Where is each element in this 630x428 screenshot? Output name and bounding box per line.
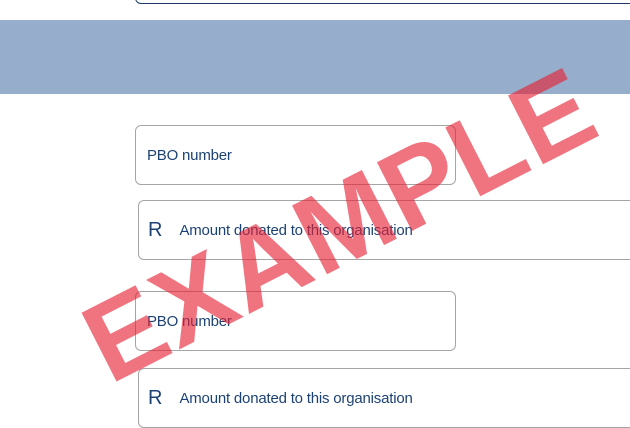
currency-symbol: R bbox=[148, 387, 163, 409]
pbo-number-field-2[interactable]: PBO number bbox=[135, 291, 456, 351]
pbo-number-field-1[interactable]: PBO number bbox=[135, 125, 456, 185]
amount-donated-field-1[interactable]: R Amount donated to this organisation bbox=[138, 200, 630, 260]
pbo-number-placeholder: PBO number bbox=[147, 146, 232, 164]
section-header-band bbox=[0, 20, 630, 94]
amount-donated-field-2[interactable]: R Amount donated to this organisation bbox=[138, 368, 630, 428]
amount-donated-placeholder: Amount donated to this organisation bbox=[179, 221, 413, 239]
previous-input-field[interactable] bbox=[135, 0, 630, 4]
amount-donated-placeholder: Amount donated to this organisation bbox=[179, 389, 413, 407]
pbo-number-placeholder: PBO number bbox=[147, 312, 232, 330]
currency-symbol: R bbox=[148, 219, 163, 241]
